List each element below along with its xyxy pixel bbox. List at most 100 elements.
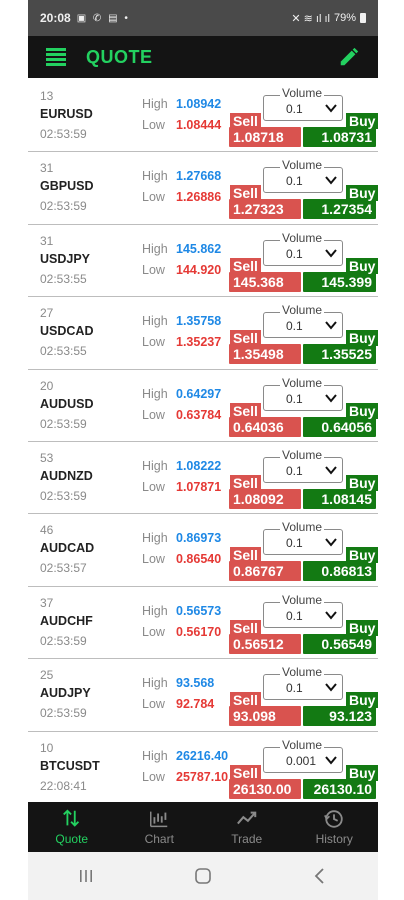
sell-label[interactable]: Sell [230,619,261,636]
sell-button[interactable]: 0.86767 [229,561,301,582]
buy-label[interactable]: Buy [346,185,378,202]
quote-time: 02:53:59 [40,706,87,721]
high-value: 1.27668 [176,169,222,184]
bottom-nav: Quote Chart Trade History [28,802,378,852]
sell-button[interactable]: 1.35498 [229,344,301,365]
sell-button[interactable]: 1.27323 [229,199,301,220]
volume-value: 0.1 [286,246,303,261]
buy-label[interactable]: Buy [346,257,378,274]
history-clock-icon [324,810,343,828]
quote-count: 27 [40,306,54,321]
pencil-icon[interactable] [338,46,360,68]
quote-row[interactable]: 31 GBPUSD 02:53:59 High Low 1.27668 1.26… [28,152,378,225]
sell-label[interactable]: Sell [230,185,261,202]
quote-count: 25 [40,668,54,683]
buy-button[interactable]: 26130.10 [303,778,376,799]
sell-button[interactable]: 0.56512 [229,633,301,654]
buy-button[interactable]: 1.08731 [303,127,376,147]
symbol-name: AUDNZD [40,468,93,483]
quote-row[interactable]: 37 AUDCHF 02:53:59 High Low 0.56573 0.56… [28,587,378,660]
volume-value: 0.1 [286,102,303,116]
sell-label[interactable]: Sell [230,474,261,491]
buy-button[interactable]: 0.64056 [303,416,376,437]
sell-button[interactable]: 145.368 [229,271,301,292]
sell-label[interactable]: Sell [230,402,261,419]
home-icon[interactable] [193,866,213,886]
low-value: 1.26886 [176,190,222,205]
buy-label[interactable]: Buy [346,474,378,491]
signal-icons: ✕ ≋ ıl ıl [291,12,330,25]
sell-label[interactable]: Sell [230,257,261,274]
chevron-down-icon [325,755,337,765]
quote-row[interactable]: 13 EURUSD 02:53:59 High Low 1.08942 1.08… [28,80,378,153]
buy-button[interactable]: 0.56549 [303,633,376,654]
buy-label[interactable]: Buy [346,113,378,129]
sell-button[interactable]: 1.08092 [229,488,301,509]
sell-label[interactable]: Sell [230,547,261,564]
sell-label[interactable]: Sell [230,764,261,781]
symbol-name: USDJPY [40,251,91,266]
volume-label: Volume [280,375,325,390]
buy-button[interactable]: 1.08145 [303,488,376,509]
tab-history[interactable]: History [291,802,379,852]
volume-label: Volume [280,158,325,173]
quote-row[interactable]: 27 USDCAD 02:53:55 High Low 1.35758 1.35… [28,297,378,370]
quote-count: 37 [40,595,54,610]
quote-row[interactable]: 46 AUDCAD 02:53:57 High Low 0.86973 0.86… [28,514,378,587]
symbol-name: USDCAD [40,324,94,339]
recent-apps-icon[interactable] [76,866,96,886]
back-icon[interactable] [310,866,330,886]
quote-time: 22:08:41 [40,778,87,793]
low-label: Low [142,407,165,422]
quote-row[interactable]: 31 USDJPY 02:53:55 High Low 145.862 144.… [28,225,378,298]
menu-icon[interactable] [46,48,66,66]
buy-label[interactable]: Buy [346,547,378,564]
quote-count: 31 [40,233,54,248]
buy-label[interactable]: Buy [346,764,378,781]
buy-button[interactable]: 145.399 [303,271,376,292]
quote-row[interactable]: 10 BTCUSDT 22:08:41 High Low 26216.40 25… [28,732,378,804]
quote-time: 02:53:59 [40,416,87,431]
buy-label[interactable]: Buy [346,330,378,347]
volume-value: 0.1 [286,463,303,478]
high-label: High [142,314,168,329]
low-label: Low [142,190,165,205]
buy-label[interactable]: Buy [346,692,378,709]
buy-label[interactable]: Buy [346,619,378,636]
battery-level: 79% [333,12,356,24]
tab-chart[interactable]: Chart [116,802,204,852]
quote-row[interactable]: 20 AUDUSD 02:53:59 High Low 0.64297 0.63… [28,370,378,442]
low-label: Low [142,262,165,277]
sell-label[interactable]: Sell [230,692,261,709]
sell-button[interactable]: 0.64036 [229,416,301,437]
low-label: Low [142,624,165,639]
buy-button[interactable]: 1.35525 [303,344,376,365]
sell-button[interactable]: 93.098 [229,706,301,727]
quote-count: 53 [40,450,54,465]
quote-count: 10 [40,740,54,755]
quote-time: 02:53:57 [40,561,87,576]
chevron-down-icon [325,466,337,475]
volume-value: 0.1 [286,391,303,406]
buy-button[interactable]: 1.27354 [303,199,376,220]
low-value: 144.920 [176,262,222,277]
buy-button[interactable]: 0.86813 [303,561,376,582]
tab-quote[interactable]: Quote [28,802,116,852]
quote-row[interactable]: 53 AUDNZD 02:53:59 High Low 1.08222 1.07… [28,442,378,515]
high-label: High [142,458,168,473]
low-label: Low [142,118,165,132]
tab-trade[interactable]: Trade [203,802,291,852]
sell-label[interactable]: Sell [230,330,261,347]
low-label: Low [142,769,165,784]
chevron-down-icon [325,176,337,185]
volume-label: Volume [280,592,325,607]
symbol-name: AUDJPY [40,686,91,701]
quote-row[interactable]: 25 AUDJPY 02:53:59 High Low 93.568 92.78… [28,659,378,732]
sell-button[interactable]: 26130.00 [229,778,301,799]
buy-label[interactable]: Buy [346,402,378,419]
sell-label[interactable]: Sell [230,113,261,129]
low-value: 0.86540 [176,552,222,567]
buy-button[interactable]: 93.123 [303,706,376,727]
sell-button[interactable]: 1.08718 [229,127,301,147]
system-nav-bar [28,852,378,900]
